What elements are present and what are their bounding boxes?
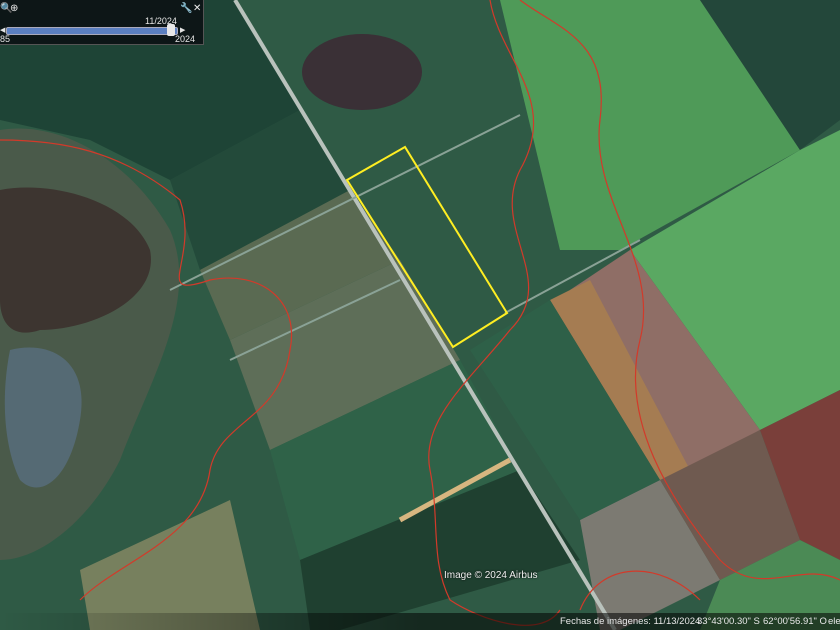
longitude: 62°00'56.91" O	[763, 616, 827, 627]
zoom-in-icon[interactable]: ⊕	[10, 3, 18, 14]
start-year-label: 85	[0, 34, 11, 44]
close-icon[interactable]: ✕	[193, 3, 201, 14]
satellite-map[interactable]	[0, 0, 840, 630]
status-bar: Fechas de imágenes: 11/13/2024 33°43'00.…	[0, 613, 840, 630]
lagoon	[302, 34, 422, 110]
wrench-icon[interactable]: 🔧	[180, 3, 192, 14]
end-year-label: 2024	[175, 34, 196, 44]
play-forward-icon[interactable]: ▶	[180, 26, 185, 34]
elevation: elev	[828, 616, 840, 627]
imagery-copyright: Image © 2024 Airbus	[444, 570, 538, 581]
play-back-icon[interactable]: ◀	[0, 26, 5, 34]
imagery-date: Fechas de imágenes: 11/13/2024	[560, 616, 701, 627]
latitude: 33°43'00.30" S	[697, 616, 760, 627]
time-track[interactable]	[6, 27, 178, 35]
historical-imagery-slider: 🔍 ⊕ 🔧 ✕ 11/2024 ◀ ▶ 85 2024	[0, 0, 204, 45]
time-thumb[interactable]	[166, 24, 175, 36]
